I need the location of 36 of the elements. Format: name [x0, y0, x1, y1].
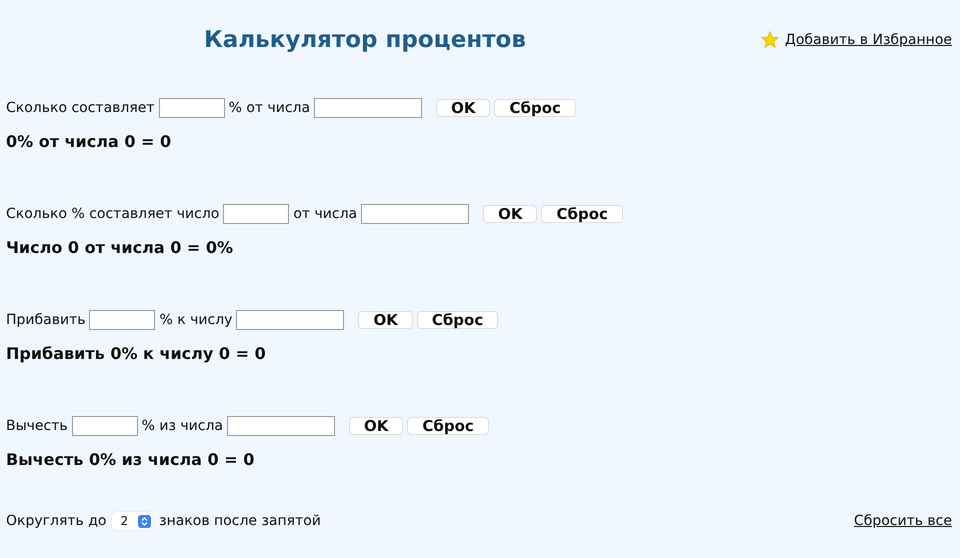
reset-button[interactable]: Сброс — [541, 205, 623, 223]
field-label: Вычесть — [6, 418, 68, 434]
field-label: Сколько составляет — [6, 100, 155, 116]
field-label: % от числа — [228, 100, 310, 116]
star-icon — [760, 31, 779, 49]
page-title: Калькулятор процентов — [204, 27, 526, 53]
reset-button[interactable]: Сброс — [407, 417, 489, 435]
number-input[interactable] — [314, 98, 422, 118]
field-label: % к числу — [159, 312, 232, 328]
add-to-favorites-link[interactable]: Добавить в Избранное — [784, 32, 952, 48]
number-input[interactable] — [361, 204, 470, 224]
percent-input[interactable] — [72, 416, 138, 436]
field-label: Сколько % составляет число — [6, 206, 220, 222]
percent-input[interactable] — [223, 204, 290, 224]
ok-button[interactable]: OK — [483, 205, 538, 223]
stepper-icon[interactable] — [138, 514, 152, 528]
reset-button[interactable]: Сброс — [416, 311, 498, 329]
ok-button[interactable]: OK — [436, 99, 490, 117]
result-text: Вычесть 0% из числа 0 = 0 — [6, 450, 256, 469]
number-input[interactable] — [227, 416, 335, 436]
field-label: Прибавить — [6, 312, 86, 328]
ok-button[interactable]: OK — [358, 311, 413, 329]
result-text: Прибавить 0% к числу 0 = 0 — [6, 344, 267, 363]
field-label: от числа — [293, 206, 358, 222]
field-label: % из числа — [142, 418, 223, 434]
rounding-label: Округлять до — [6, 513, 106, 529]
result-text: 0% от числа 0 = 0 — [6, 132, 172, 151]
number-input[interactable] — [236, 310, 344, 330]
reset-button[interactable]: Сброс — [494, 99, 576, 117]
rounding-label: знаков после запятой — [159, 513, 321, 529]
reset-all-link[interactable]: Сбросить все — [854, 513, 952, 529]
result-text: Число 0 от числа 0 = 0% — [6, 238, 234, 257]
decimals-select[interactable]: 2 — [112, 512, 154, 530]
percent-input[interactable] — [89, 310, 156, 330]
percent-input[interactable] — [158, 98, 225, 118]
ok-button[interactable]: OK — [349, 417, 404, 435]
